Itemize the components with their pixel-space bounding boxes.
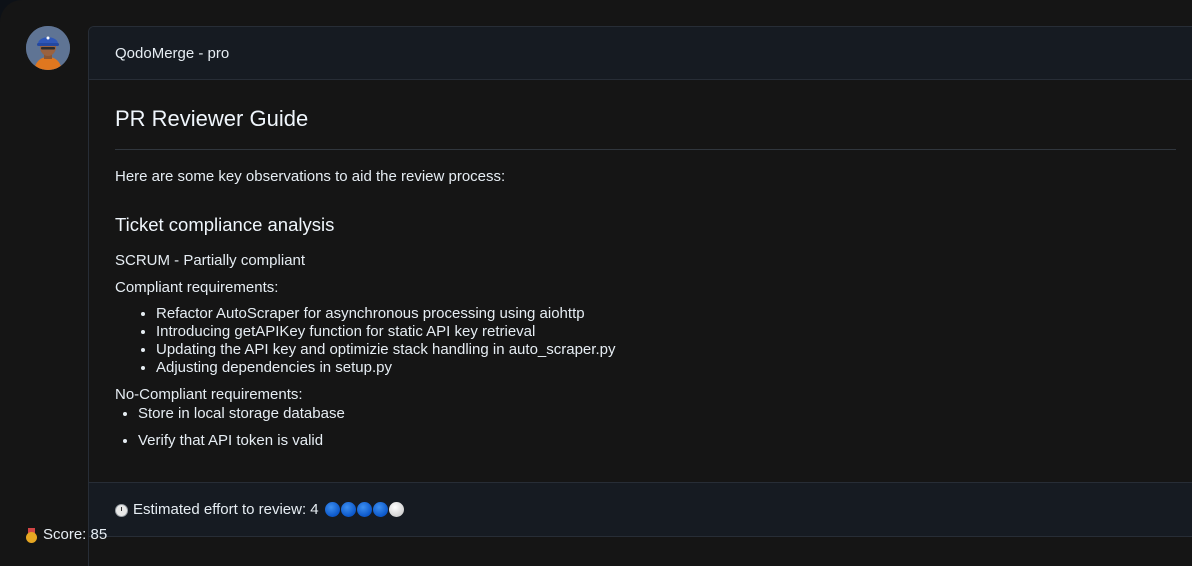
avatar-image <box>26 26 70 70</box>
review-comment-card: QodoMerge - pro PR Reviewer Guide Here a… <box>88 26 1192 566</box>
list-item: Adjusting dependencies in setup.py <box>156 359 615 377</box>
bot-avatar[interactable] <box>26 26 70 70</box>
effort-dot-filled <box>340 502 356 517</box>
guide-title: PR Reviewer Guide <box>115 106 309 131</box>
effort-label: Estimated effort to review: 4 <box>133 501 319 518</box>
effort-dot-filled <box>356 502 372 517</box>
effort-dot-empty <box>388 502 404 517</box>
effort-rating <box>324 502 405 517</box>
comment-body: PR Reviewer Guide Here are some key obse… <box>89 80 1192 483</box>
score-label: Score: 85 <box>43 526 108 543</box>
ticket-compliance-heading: Ticket compliance analysis <box>115 214 335 235</box>
ticket-status: SCRUM - Partially compliant <box>115 252 306 269</box>
comment-thread: QodoMerge - pro PR Reviewer Guide Here a… <box>0 0 1192 566</box>
comment-header: QodoMerge - pro <box>89 27 1192 80</box>
list-item: Store in local storage database <box>138 400 345 427</box>
intro-text: Here are some key observations to aid th… <box>115 168 506 185</box>
list-item: Introducing getAPIKey function for stati… <box>156 323 615 341</box>
compliant-requirements-list: Refactor AutoScraper for asynchronous pr… <box>115 305 615 377</box>
score-row: Score: 85 <box>26 526 107 543</box>
effort-estimate-row: Estimated effort to review: 4 <box>89 483 1192 537</box>
stopwatch-icon <box>115 504 128 517</box>
list-item: Refactor AutoScraper for asynchronous pr… <box>156 305 615 323</box>
noncompliant-requirements-list: Store in local storage database Verify t… <box>115 400 345 454</box>
list-item: Verify that API token is valid <box>138 427 345 454</box>
effort-dot-filled <box>372 502 388 517</box>
bot-name[interactable]: QodoMerge - pro <box>115 45 229 62</box>
effort-dot-filled <box>324 502 340 517</box>
list-item: Updating the API key and optimizie stack… <box>156 341 615 359</box>
medal-icon <box>26 527 37 543</box>
compliant-label: Compliant requirements: <box>115 279 279 296</box>
title-divider <box>115 149 1176 150</box>
